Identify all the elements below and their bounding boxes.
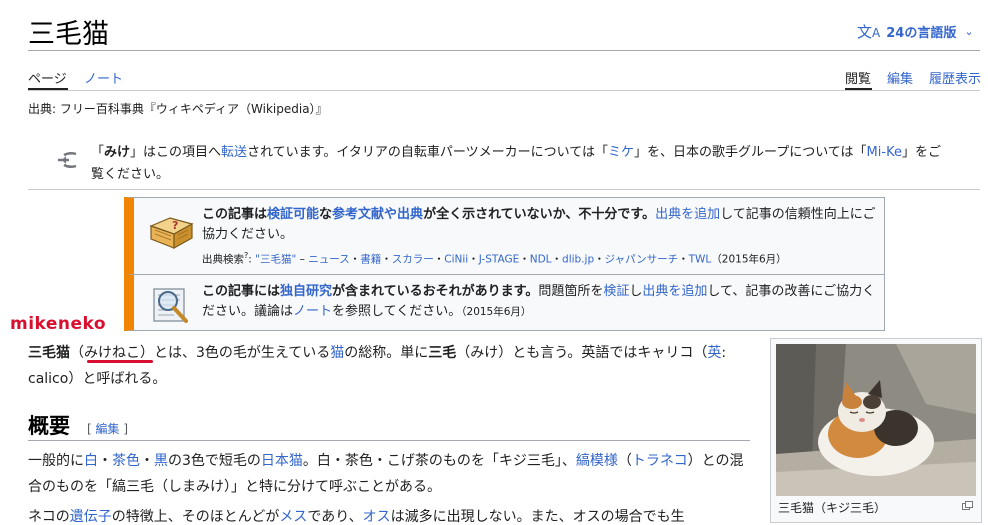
chevron-down-icon: ⌄ (964, 25, 974, 38)
search-books-link[interactable]: 書籍 (360, 254, 381, 266)
hatnote: 「みけ」はこの項目へ転送されています。イタリアの自転車パーツメーカーについては「… (91, 145, 941, 182)
link-black[interactable]: 黒 (154, 453, 168, 469)
link-brown[interactable]: 茶色 (112, 453, 140, 469)
search-japansearch-link[interactable]: ジャパンサーチ (605, 254, 679, 266)
link-tabby[interactable]: トラネコ (632, 453, 688, 469)
link-add-citation-2[interactable]: 出典を追加 (642, 284, 707, 299)
tab-talk[interactable]: ノート (84, 68, 123, 87)
thumbnail-caption: 三毛猫（キジ三毛） (778, 501, 887, 515)
section-divider (28, 440, 750, 441)
thumbnail-figure: 三毛猫（キジ三毛） (770, 338, 982, 523)
notice-unsourced: ? この記事は検証可能な参考文献や出典が全く示されていないか、不十分です。出典を… (124, 197, 885, 274)
link-talk[interactable]: ノート (293, 304, 332, 319)
svg-text:?: ? (172, 219, 178, 232)
link-references[interactable]: 参考文献や出典 (332, 207, 423, 222)
link-mi-ke[interactable]: Mi-Ke (867, 145, 902, 160)
source-line: 出典: フリー百科事典『ウィキペディア（Wikipedia）』 (28, 102, 328, 116)
language-button[interactable]: 文A 24の言語版 ⌄ (857, 21, 974, 42)
search-dlib-link[interactable]: dlib.jp (562, 254, 594, 266)
magnifier-document-icon (153, 288, 188, 323)
search-ndl-link[interactable]: NDL (530, 254, 552, 266)
language-count: 24の言語版 (886, 26, 957, 41)
tab-history[interactable]: 履歴表示 (929, 68, 981, 87)
search-news-link[interactable]: ニュース (308, 254, 349, 266)
book-question-icon: ? (149, 217, 194, 250)
tab-read[interactable]: 閲覧 (845, 68, 871, 87)
link-add-citation[interactable]: 出典を追加 (655, 207, 720, 222)
cat-photo[interactable] (776, 344, 976, 496)
search-cinii-link[interactable]: CiNii (444, 254, 468, 266)
annotation-underline (87, 360, 153, 363)
search-jstage-link[interactable]: J-STAGE (479, 254, 520, 266)
search-scholar-link[interactable]: スカラー (392, 254, 434, 266)
tab-edit[interactable]: 編集 (887, 68, 913, 87)
link-japanese-cat[interactable]: 日本猫 (261, 453, 303, 469)
section-title: 概要 (28, 413, 70, 438)
search-query-link[interactable]: "三毛猫" (255, 254, 296, 266)
hatnote-divider (28, 189, 980, 190)
tabs-divider (28, 90, 980, 91)
tab-page[interactable]: ページ (28, 68, 67, 87)
link-original-research[interactable]: 独自研究 (280, 284, 332, 299)
link-white[interactable]: 白 (84, 453, 98, 469)
search-twl-link[interactable]: TWL (689, 254, 712, 266)
title-divider (28, 50, 980, 51)
page-title: 三毛猫 (28, 19, 109, 50)
translate-icon: 文A (857, 23, 881, 41)
link-cat[interactable]: 猫 (330, 345, 344, 361)
link-verify[interactable]: 検証 (603, 284, 629, 299)
section-edit: [ 編集 ] (87, 422, 129, 436)
link-stripes[interactable]: 縞模様 (576, 453, 618, 469)
overview-paragraph: 一般的に白・茶色・黒の3色で短毛の日本猫。白・茶色・こげ茶のものを「キジ三毛」、… (28, 453, 744, 495)
source-search-row: 出典検索?: "三毛猫" – ニュース・書籍・スカラー・CiNii・J-STAG… (202, 251, 787, 266)
link-redirect[interactable]: 転送 (221, 145, 247, 160)
genetics-paragraph: ネコの遺伝子の特徴上、そのほとんどがメスであり、オスは滅多に出現しない。また、オ… (28, 509, 685, 525)
redirect-icon (58, 151, 77, 169)
link-verifiable[interactable]: 検証可能 (267, 207, 319, 222)
lead-paragraph: 三毛猫（みけねこ）とは、3色の毛が生えている猫の総称。単に三毛（みけ）とも言う。… (28, 345, 727, 387)
link-english[interactable]: 英 (707, 345, 721, 361)
link-gene[interactable]: 遺伝子 (70, 509, 112, 525)
link-male[interactable]: オス (363, 509, 391, 525)
link-mike[interactable]: ミケ (608, 145, 634, 160)
notice-original-research: この記事には独自研究が含まれているおそれがあります。問題箇所を検証し出典を追加し… (124, 274, 885, 331)
link-female[interactable]: メス (279, 509, 307, 525)
enlarge-icon[interactable] (962, 501, 973, 510)
annotation-label: mikeneko (10, 314, 107, 334)
section-edit-link[interactable]: 編集 (96, 422, 120, 436)
